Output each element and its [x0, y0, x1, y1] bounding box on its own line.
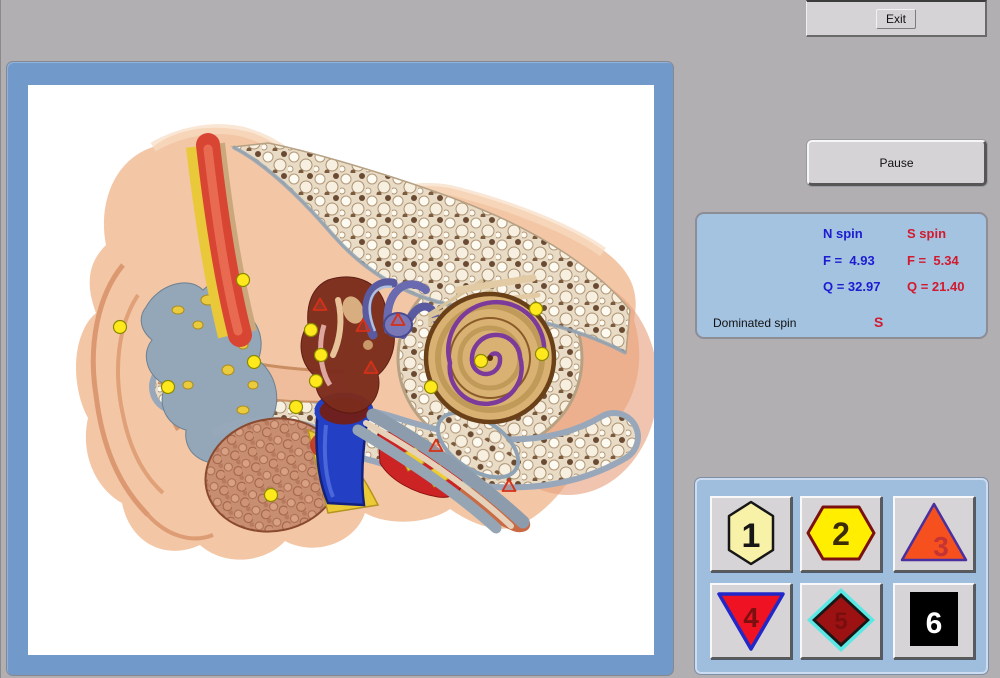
diagnostic-point-marker[interactable]: [473, 353, 489, 369]
marker-buttons-panel: 1 2 3 4 5 6: [694, 477, 989, 675]
exit-button-label: Exit: [875, 8, 916, 29]
diagnostic-point-marker[interactable]: [235, 272, 251, 288]
s-spin-q-factor: Q = 21.40: [907, 279, 965, 294]
hexagon-horizontal-icon: 2: [806, 505, 876, 561]
pause-button[interactable]: Pause: [807, 140, 987, 186]
svg-text:1: 1: [742, 517, 761, 555]
diagnostic-point-marker[interactable]: [534, 346, 550, 362]
diagnostic-point-marker[interactable]: [288, 399, 304, 415]
marker-button-2[interactable]: 2: [800, 496, 882, 572]
ear-anatomy-illustration: [76, 124, 654, 560]
svg-text:2: 2: [832, 516, 850, 552]
anatomy-canvas[interactable]: [28, 85, 654, 655]
svg-text:6: 6: [926, 607, 943, 640]
square-icon: 6: [910, 592, 958, 646]
diagnostic-point-marker[interactable]: [160, 379, 176, 395]
n-spin-q-factor: Q = 32.97: [823, 279, 881, 294]
svg-text:3: 3: [933, 531, 949, 562]
marker-button-3[interactable]: 3: [893, 496, 975, 572]
anatomy-image-panel: [7, 62, 673, 675]
diagnostic-point-marker[interactable]: [423, 379, 439, 395]
diamond-icon: 5: [807, 588, 875, 652]
marker-button-1[interactable]: 1: [710, 496, 792, 572]
svg-text:5: 5: [834, 608, 847, 635]
diagnostic-point-marker[interactable]: [246, 354, 262, 370]
pause-button-label: Pause: [879, 155, 914, 170]
s-spin-title: S spin: [907, 226, 947, 241]
diagnostic-point-marker[interactable]: [112, 319, 128, 335]
marker-button-5[interactable]: 5: [800, 583, 882, 659]
app-window: Exit Pause N spin S spin F = 4.93 F = 5.…: [0, 0, 1000, 678]
hexagon-vertical-icon: 1: [727, 500, 775, 566]
svg-text:4: 4: [743, 602, 759, 633]
diagnostic-point-marker[interactable]: [308, 373, 324, 389]
diagnostic-point-marker[interactable]: [303, 322, 319, 338]
dominated-spin-value: S: [874, 314, 884, 330]
diagnostic-point-marker[interactable]: [263, 487, 279, 503]
marker-button-4[interactable]: 4: [710, 583, 792, 659]
triangle-down-icon: 4: [717, 592, 785, 651]
s-spin-frequency: F = 5.34: [907, 253, 959, 268]
spin-info-panel: N spin S spin F = 4.93 F = 5.34 Q = 32.9…: [695, 212, 988, 339]
n-spin-title: N spin: [823, 226, 863, 241]
exit-button[interactable]: Exit: [806, 0, 987, 37]
diagnostic-point-marker[interactable]: [528, 301, 544, 317]
dominated-spin-label: Dominated spin: [713, 316, 797, 330]
marker-button-6[interactable]: 6: [893, 583, 975, 659]
triangle-up-icon: 3: [900, 502, 968, 562]
diagnostic-point-marker[interactable]: [313, 347, 329, 363]
n-spin-frequency: F = 4.93: [823, 253, 875, 268]
